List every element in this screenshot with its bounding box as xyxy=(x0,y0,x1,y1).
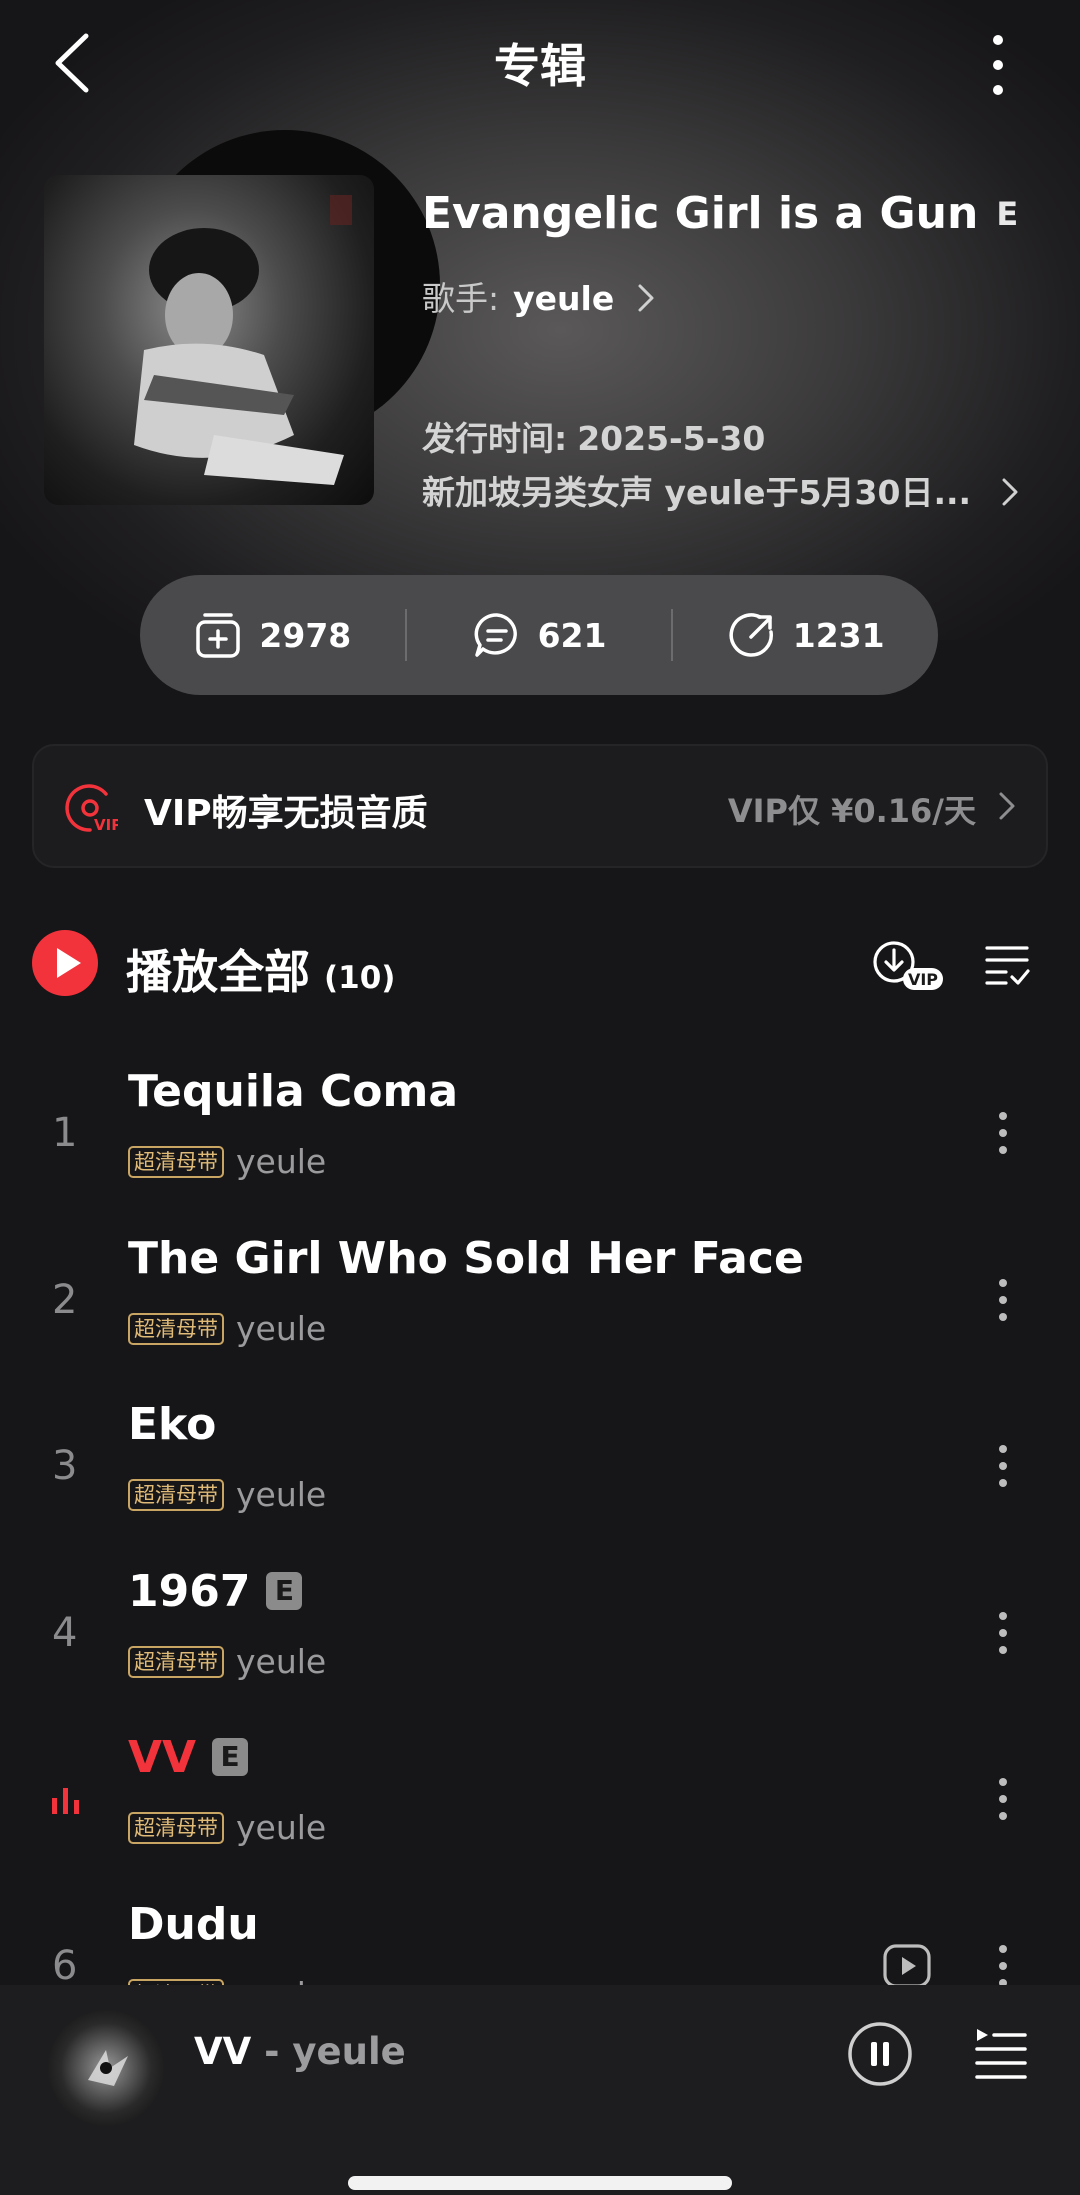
release-date: 发行时间: 2025-5-30 xyxy=(422,412,765,460)
track-more-icon[interactable] xyxy=(996,1275,1010,1325)
artist-name: yeule xyxy=(513,279,615,318)
artist-label: 歌手: xyxy=(422,279,500,318)
album-description[interactable]: 新加坡另类女声 yeule于5月30日... xyxy=(422,466,1022,514)
track-meta: 超清母带 yeule xyxy=(128,1642,326,1681)
pause-icon[interactable] xyxy=(846,2020,914,2088)
album-title-text: Evangelic Girl is a Gun xyxy=(422,188,979,239)
quality-tag: 超清母带 xyxy=(128,1645,224,1678)
track-more-icon[interactable] xyxy=(996,1608,1010,1658)
quality-tag: 超清母带 xyxy=(128,1478,224,1511)
track-row[interactable]: 3 Eko 超清母带 yeule xyxy=(0,1387,1080,1553)
artist-link[interactable]: 歌手: yeule xyxy=(422,272,657,320)
now-playing-info[interactable]: VV - yeule xyxy=(194,2030,406,2073)
play-icon xyxy=(57,948,81,978)
collect-count: 2978 xyxy=(259,615,352,655)
track-artist: yeule xyxy=(236,1642,327,1681)
track-row[interactable]: 2 The Girl Who Sold Her Face 超清母带 yeule xyxy=(0,1221,1080,1387)
now-playing-cover[interactable] xyxy=(48,2010,164,2126)
share-count: 1231 xyxy=(792,615,885,655)
track-number: 6 xyxy=(52,1943,78,1989)
track-count: (10) xyxy=(324,960,396,996)
track-more-icon[interactable] xyxy=(996,1774,1010,1824)
page-title: 专辑 xyxy=(494,39,586,93)
track-title: Dudu xyxy=(128,1899,259,1950)
track-title-text: VV xyxy=(128,1732,197,1783)
track-artist: yeule xyxy=(236,1808,327,1847)
comment-count: 621 xyxy=(537,615,607,655)
now-playing-cover-art xyxy=(88,2050,128,2086)
track-more-icon[interactable] xyxy=(996,1108,1010,1158)
play-all-text: 播放全部 xyxy=(126,945,310,999)
multi-select-list-icon[interactable] xyxy=(984,942,1030,988)
track-artist: yeule xyxy=(236,1142,327,1181)
album-cover-image[interactable] xyxy=(44,175,374,505)
chevron-right-icon xyxy=(1002,478,1018,506)
album-cover-art xyxy=(134,195,352,485)
track-title-text: Dudu xyxy=(128,1899,259,1950)
explicit-badge: E xyxy=(212,1738,249,1776)
vip-badge-text: VIP xyxy=(94,816,118,834)
music-video-icon[interactable] xyxy=(882,1943,932,1989)
track-title: Eko xyxy=(128,1399,216,1450)
track-title-text: Tequila Coma xyxy=(128,1066,459,1117)
track-artist: yeule xyxy=(236,1309,327,1348)
vip-disc-icon: VIP xyxy=(65,784,118,834)
now-playing-separator: - xyxy=(264,2030,280,2073)
track-number: 4 xyxy=(52,1610,78,1656)
release-label: 发行时间: xyxy=(422,419,568,458)
download-vip-icon[interactable]: VIP xyxy=(872,938,946,992)
download-vip-badge: VIP xyxy=(908,970,938,989)
explicit-mark: E xyxy=(996,195,1019,233)
track-number: 3 xyxy=(52,1443,78,1489)
play-all-label[interactable]: 播放全部 (10) xyxy=(126,936,395,1002)
track-meta: 超清母带 yeule xyxy=(128,1808,326,1847)
home-indicator[interactable] xyxy=(348,2176,732,2190)
track-meta: 超清母带 yeule xyxy=(128,1142,326,1181)
add-collection-icon xyxy=(196,613,241,658)
vip-banner-text: VIP畅享无损音质 xyxy=(144,793,428,834)
track-number: 1 xyxy=(52,1110,78,1156)
track-title-text: Eko xyxy=(128,1399,217,1450)
quality-tag: 超清母带 xyxy=(128,1312,224,1345)
track-row[interactable]: 4 1967 E 超清母带 yeule xyxy=(0,1554,1080,1720)
chevron-right-icon xyxy=(999,792,1015,820)
collect-button[interactable]: 2978 xyxy=(140,610,405,660)
comment-button[interactable]: 621 xyxy=(407,610,672,660)
track-more-icon[interactable] xyxy=(996,1441,1010,1491)
track-row-playing[interactable]: VV E 超清母带 yeule xyxy=(0,1720,1080,1886)
quality-tag: 超清母带 xyxy=(128,1145,224,1178)
track-title-text: 1967 xyxy=(128,1566,251,1617)
now-playing-artist: yeule xyxy=(292,2030,406,2073)
track-title: 1967 E xyxy=(128,1566,303,1617)
track-number: 2 xyxy=(52,1277,78,1323)
album-actions-bar: 2978 621 1231 xyxy=(140,575,938,695)
playlist-queue-icon[interactable] xyxy=(974,2026,1028,2080)
more-options-icon[interactable] xyxy=(980,30,1016,100)
track-row[interactable]: 1 Tequila Coma 超清母带 yeule xyxy=(0,1054,1080,1220)
track-more-icon[interactable] xyxy=(996,1941,1010,1991)
track-meta: 超清母带 yeule xyxy=(128,1309,326,1348)
track-meta: 超清母带 yeule xyxy=(128,1475,326,1514)
quality-tag: 超清母带 xyxy=(128,1811,224,1844)
comment-icon xyxy=(474,613,517,657)
explicit-badge: E xyxy=(266,1572,303,1610)
album-title: Evangelic Girl is a Gun E xyxy=(422,188,1018,239)
vip-banner[interactable]: VIP VIP畅享无损音质 VIP仅 ¥0.16/天 xyxy=(32,744,1048,868)
vip-price: VIP仅 ¥0.16/天 xyxy=(727,792,976,830)
release-date-value: 2025-5-30 xyxy=(577,419,766,458)
play-all-button[interactable] xyxy=(32,930,98,996)
track-title: Tequila Coma xyxy=(128,1066,458,1117)
share-icon xyxy=(729,613,773,657)
now-playing-title: VV xyxy=(194,2030,252,2073)
chevron-right-icon xyxy=(638,284,654,312)
now-playing-equalizer-icon xyxy=(52,1788,79,1814)
track-title-text: The Girl Who Sold Her Face xyxy=(128,1233,804,1284)
share-button[interactable]: 1231 xyxy=(673,610,938,660)
track-artist: yeule xyxy=(236,1475,327,1514)
track-title: VV E xyxy=(128,1732,249,1783)
album-description-text: 新加坡另类女声 yeule于5月30日... xyxy=(422,473,972,512)
track-title: The Girl Who Sold Her Face xyxy=(128,1233,804,1284)
